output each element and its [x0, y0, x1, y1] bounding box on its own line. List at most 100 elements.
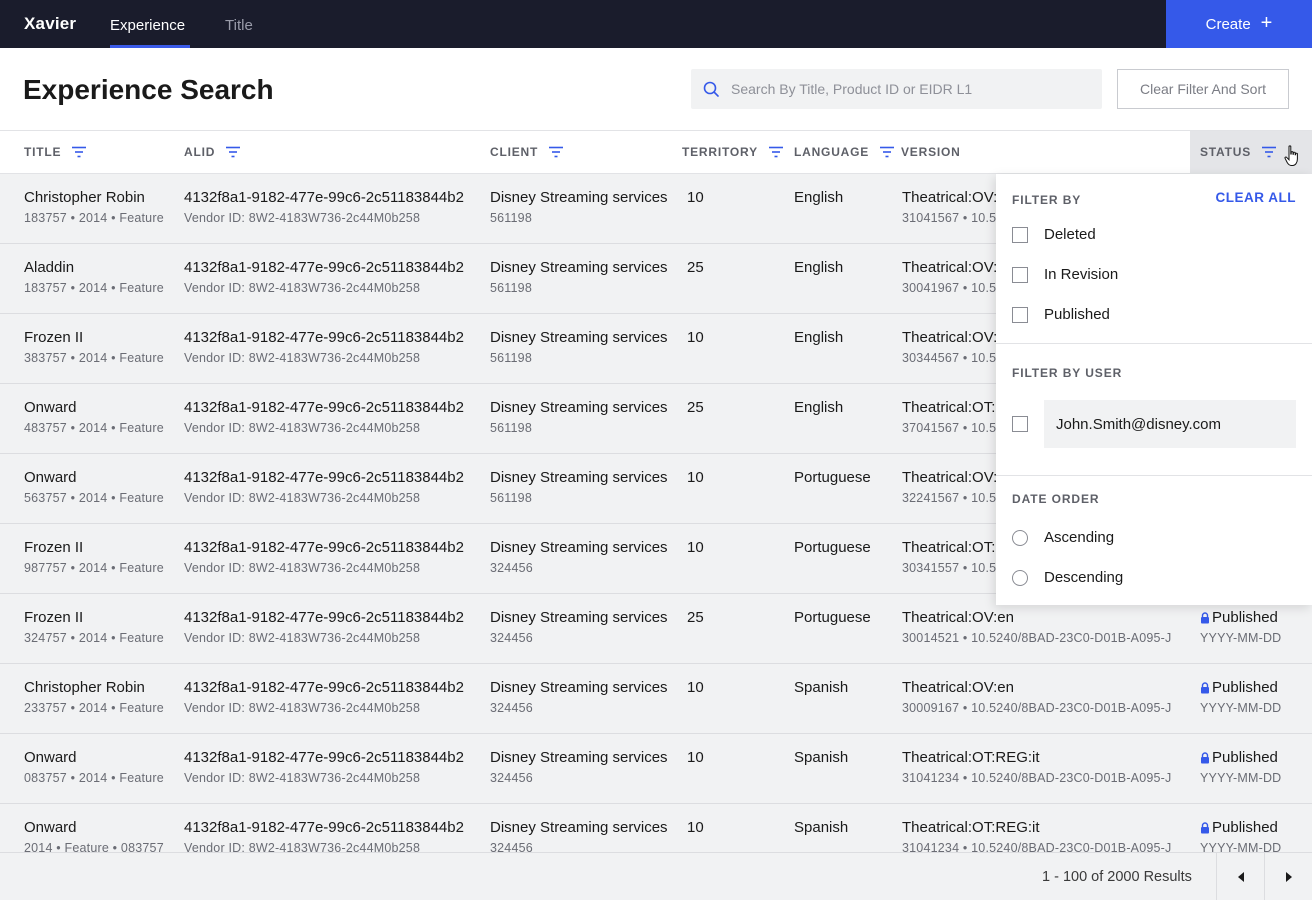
checkbox[interactable]: [1012, 306, 1028, 323]
vendor-id: Vendor ID: 8W2-4183W736-2c44M0b258: [184, 421, 421, 435]
vendor-id: Vendor ID: 8W2-4183W736-2c44M0b258: [184, 561, 421, 575]
client-text: Disney Streaming services: [490, 609, 668, 626]
cell-territory: 25: [687, 259, 704, 276]
column-header-version[interactable]: VERSION: [901, 145, 961, 159]
cell-version: Theatrical:OV: 30344567 • 10.5: [902, 329, 997, 365]
client-text: Disney Streaming services: [490, 539, 668, 556]
cell-territory: 10: [687, 189, 704, 206]
alid-text: 4132f8a1-9182-477e-99c6-2c51183844b2: [184, 259, 464, 276]
territory-text: 10: [687, 539, 704, 556]
clear-filter-sort-button[interactable]: Clear Filter And Sort: [1117, 69, 1289, 109]
radio-button[interactable]: [1012, 529, 1028, 546]
column-header-version-label: VERSION: [901, 145, 961, 159]
filter-icon[interactable]: [1261, 146, 1277, 158]
column-header-alid-label: ALID: [184, 145, 216, 159]
lock-icon: [1201, 751, 1209, 763]
status-text: Published: [1212, 679, 1278, 696]
column-header-client[interactable]: CLIENT: [490, 145, 564, 159]
sort-option-descending[interactable]: Descending: [1012, 569, 1123, 586]
alid-text: 4132f8a1-9182-477e-99c6-2c51183844b2: [184, 609, 464, 626]
title-text: Aladdin: [24, 259, 75, 276]
vendor-id: Vendor ID: 8W2-4183W736-2c44M0b258: [184, 491, 421, 505]
cell-alid: 4132f8a1-9182-477e-99c6-2c51183844b2 Vend…: [184, 469, 464, 505]
alid-text: 4132f8a1-9182-477e-99c6-2c51183844b2: [184, 399, 464, 416]
cell-title: Frozen II 987757 • 2014 • Feature: [24, 539, 164, 575]
client-id: 561198: [490, 491, 532, 505]
top-nav: Xavier Experience Title Create +: [0, 0, 1312, 48]
filter-icon[interactable]: [879, 146, 895, 158]
filter-icon[interactable]: [548, 146, 564, 158]
lock-icon: [1201, 611, 1209, 623]
version-text: Theatrical:OV:: [902, 259, 998, 276]
option-label: Deleted: [1044, 226, 1096, 243]
tab-experience[interactable]: Experience: [110, 17, 185, 34]
cell-language: English: [794, 329, 843, 346]
status-date: YYYY-MM-DD: [1200, 841, 1282, 852]
column-header-title[interactable]: TITLE: [24, 145, 87, 159]
language-text: Spanish: [794, 819, 849, 836]
cell-alid: 4132f8a1-9182-477e-99c6-2c51183844b2 Vend…: [184, 819, 464, 852]
language-text: Portuguese: [794, 469, 871, 486]
territory-text: 10: [687, 469, 704, 486]
filter-option-published[interactable]: Published: [1012, 306, 1110, 323]
title-text: Onward: [24, 469, 77, 486]
filter-option-user[interactable]: John.Smith@disney.com: [1012, 400, 1296, 448]
cell-title: Christopher Robin 233757 • 2014 • Feature: [24, 679, 164, 715]
client-id: 561198: [490, 421, 532, 435]
search-box[interactable]: [691, 69, 1102, 109]
cell-status: Published YYYY-MM-DD: [1200, 749, 1281, 785]
client-id: 324456: [490, 561, 533, 575]
create-button[interactable]: Create +: [1166, 0, 1312, 48]
cell-title: Onward 563757 • 2014 • Feature: [24, 469, 164, 505]
filter-icon[interactable]: [768, 146, 784, 158]
chevron-right-icon: [1285, 872, 1292, 882]
cell-client: Disney Streaming services 324456: [490, 609, 668, 645]
territory-text: 25: [687, 259, 704, 276]
table-row[interactable]: Onward 2014 • Feature • 083757 4132f8a1-9…: [0, 804, 1312, 852]
filter-icon[interactable]: [71, 146, 87, 158]
prev-page-button[interactable]: [1216, 853, 1264, 900]
client-text: Disney Streaming services: [490, 469, 668, 486]
next-page-button[interactable]: [1264, 853, 1312, 900]
cell-language: Spanish: [794, 679, 848, 696]
search-input[interactable]: [731, 69, 1091, 109]
table-row[interactable]: Christopher Robin 233757 • 2014 • Feature…: [0, 664, 1312, 734]
column-header-alid[interactable]: ALID: [184, 145, 241, 159]
checkbox[interactable]: [1012, 416, 1028, 432]
alid-text: 4132f8a1-9182-477e-99c6-2c51183844b2: [184, 819, 464, 836]
column-header-territory-label: TERRITORY: [682, 145, 758, 159]
clear-all-button[interactable]: CLEAR ALL: [1216, 190, 1297, 205]
cell-version: Theatrical:OT:REG:it 31041234 • 10.5240/8…: [902, 749, 1172, 785]
checkbox[interactable]: [1012, 226, 1028, 243]
column-header-language[interactable]: LANGUAGE: [794, 145, 895, 159]
client-text: Disney Streaming services: [490, 329, 668, 346]
checkbox[interactable]: [1012, 266, 1028, 283]
cell-territory: 25: [687, 399, 704, 416]
column-header-client-label: CLIENT: [490, 145, 539, 159]
radio-button[interactable]: [1012, 569, 1028, 586]
vendor-id: Vendor ID: 8W2-4183W736-2c44M0b258: [184, 701, 421, 715]
filter-by-heading: FILTER BY: [1012, 193, 1082, 207]
vendor-id: Vendor ID: 8W2-4183W736-2c44M0b258: [184, 281, 421, 295]
client-text: Disney Streaming services: [490, 259, 668, 276]
sort-option-ascending[interactable]: Ascending: [1012, 529, 1114, 546]
filter-option-in-revision[interactable]: In Revision: [1012, 266, 1118, 283]
language-text: Spanish: [794, 749, 849, 766]
column-header-status[interactable]: STATUS: [1200, 145, 1277, 159]
cell-alid: 4132f8a1-9182-477e-99c6-2c51183844b2 Vend…: [184, 189, 464, 225]
alid-text: 4132f8a1-9182-477e-99c6-2c51183844b2: [184, 749, 464, 766]
brand-logo[interactable]: Xavier: [24, 14, 76, 34]
cell-language: English: [794, 189, 843, 206]
alid-text: 4132f8a1-9182-477e-99c6-2c51183844b2: [184, 329, 464, 346]
cell-version: Theatrical:OV:en 30009167 • 10.5240/8BAD-…: [902, 679, 1172, 715]
table-row[interactable]: Onward 083757 • 2014 • Feature 4132f8a1-9…: [0, 734, 1312, 804]
filter-option-deleted[interactable]: Deleted: [1012, 226, 1096, 243]
filter-icon[interactable]: [225, 146, 241, 158]
alid-text: 4132f8a1-9182-477e-99c6-2c51183844b2: [184, 189, 464, 206]
territory-text: 10: [687, 749, 704, 766]
cell-version: Theatrical:OV: 31041567 • 10.5: [902, 189, 997, 225]
title-meta: 383757 • 2014 • Feature: [24, 351, 164, 365]
column-header-territory[interactable]: TERRITORY: [682, 145, 784, 159]
title-text: Onward: [24, 749, 77, 766]
tab-title[interactable]: Title: [225, 17, 253, 34]
